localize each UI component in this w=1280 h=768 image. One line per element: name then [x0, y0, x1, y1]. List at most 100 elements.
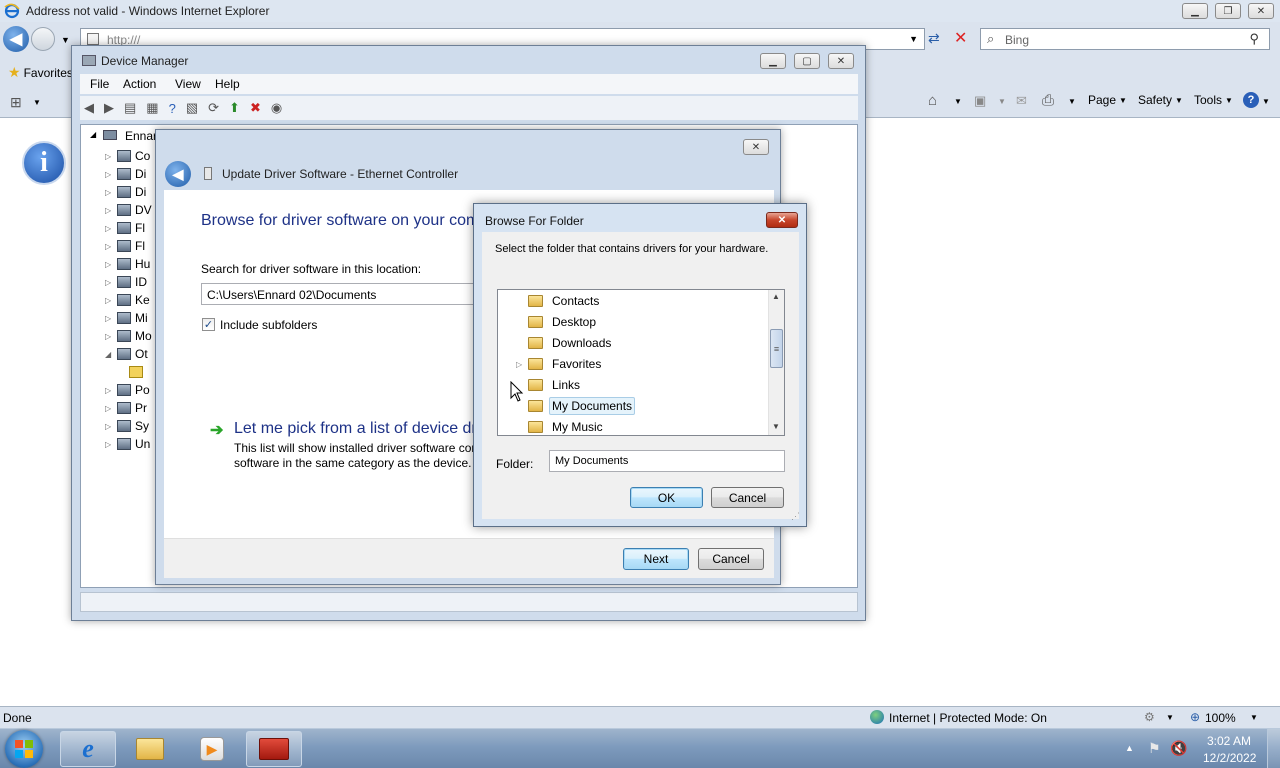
expand-arrow-icon[interactable]: ▷	[105, 260, 115, 269]
folder-item[interactable]: Downloads	[516, 334, 614, 352]
back-icon[interactable]: ◀	[84, 100, 94, 116]
expand-arrow-icon[interactable]: ▷	[105, 170, 115, 179]
folder-item[interactable]: Desktop	[516, 313, 599, 331]
tab-list-dropdown-icon[interactable]: ▼	[33, 98, 41, 107]
help-dropdown-icon[interactable]: ▼	[1262, 97, 1270, 106]
scroll-thumb[interactable]: ≡	[770, 329, 783, 368]
restore-button[interactable]: ❐	[1215, 3, 1241, 19]
zone-status[interactable]: Internet | Protected Mode: On	[889, 711, 1047, 725]
expand-arrow-icon[interactable]: ▷	[105, 440, 115, 449]
dm-maximize-button[interactable]: ▢	[794, 53, 820, 69]
folder-item[interactable]: Contacts	[516, 292, 602, 310]
device-category-item[interactable]: ◢ Ot	[105, 345, 148, 363]
list-icon[interactable]: ▦	[146, 100, 158, 116]
dm-minimize-button[interactable]: ▁	[760, 53, 786, 69]
back-button[interactable]: ◀	[3, 26, 29, 52]
device-category-item[interactable]: ▷ Un	[105, 435, 150, 453]
expand-arrow-icon[interactable]: ▷	[105, 206, 115, 215]
scroll-up-icon[interactable]: ▲	[772, 292, 780, 301]
wizard-back-button[interactable]: ◀	[165, 161, 191, 187]
device-category-item[interactable]: ▷ Sy	[105, 417, 149, 435]
clock-date[interactable]: 12/2/2022	[1203, 751, 1256, 765]
action-center-icon[interactable]: ⚑	[1148, 740, 1161, 757]
taskbar-ie-button[interactable]: e	[60, 731, 116, 767]
read-mail-button[interactable]: ✉	[1016, 93, 1027, 109]
device-category-item[interactable]	[105, 363, 147, 381]
expand-arrow-icon[interactable]: ▷	[105, 242, 115, 251]
refresh-button[interactable]: ⇄	[928, 30, 940, 47]
include-subfolders-checkbox[interactable]: ✓	[202, 318, 215, 331]
view-icon[interactable]: ▧	[186, 100, 198, 116]
device-category-item[interactable]: ▷ Mi	[105, 309, 148, 327]
print-dropdown-icon[interactable]: ▼	[1068, 97, 1076, 106]
history-dropdown-icon[interactable]: ▼	[61, 35, 70, 45]
properties-sheet-icon[interactable]: ▤	[124, 100, 136, 116]
expand-arrow-icon[interactable]: ▷	[516, 360, 528, 369]
device-category-item[interactable]: ▷ Ke	[105, 291, 150, 309]
tree-root-label[interactable]: Ennar	[125, 129, 157, 143]
address-dropdown-icon[interactable]: ▼	[909, 34, 918, 44]
tools-menu[interactable]: Tools ▼	[1194, 93, 1233, 107]
show-hidden-icons[interactable]: ▲	[1125, 743, 1134, 753]
search-box[interactable]: ⌕ Bing ⚲	[980, 28, 1270, 50]
collapse-arrow-icon[interactable]: ◢	[105, 350, 115, 359]
menu-view[interactable]: View	[175, 77, 201, 91]
forward-icon[interactable]: ▶	[104, 100, 114, 116]
zoom-level[interactable]: 100%	[1205, 711, 1236, 725]
device-category-item[interactable]: ▷ Pr	[105, 399, 147, 417]
browse-close-button[interactable]: ✕	[766, 212, 798, 228]
device-category-item[interactable]: ▷ Di	[105, 183, 146, 201]
clock-time[interactable]: 3:02 AM	[1207, 734, 1251, 748]
wizard-close-button[interactable]: ✕	[743, 139, 769, 155]
scroll-down-icon[interactable]: ▼	[772, 422, 780, 431]
uninstall-icon[interactable]: ✖	[250, 100, 261, 116]
protected-dropdown-icon[interactable]: ▼	[1166, 713, 1174, 722]
expand-arrow-icon[interactable]: ▷	[105, 278, 115, 287]
device-category-item[interactable]: ▷ Po	[105, 381, 150, 399]
expand-arrow-icon[interactable]: ▷	[105, 224, 115, 233]
expand-arrow-icon[interactable]: ▷	[105, 296, 115, 305]
expand-arrow-icon[interactable]: ▷	[105, 188, 115, 197]
home-button[interactable]: ⌂	[928, 92, 937, 109]
expand-arrow-icon[interactable]: ▷	[105, 152, 115, 161]
start-button[interactable]	[5, 730, 43, 768]
close-button[interactable]: ✕	[1248, 3, 1274, 19]
device-category-item[interactable]: ▷ DV	[105, 201, 152, 219]
quick-tabs-icon[interactable]: ⊞	[10, 94, 22, 111]
device-category-item[interactable]: ▷ Hu	[105, 255, 150, 273]
next-button[interactable]: Next	[623, 548, 689, 570]
expand-arrow-icon[interactable]: ▷	[105, 314, 115, 323]
zoom-dropdown-icon[interactable]: ▼	[1250, 713, 1258, 722]
help-icon[interactable]: ?	[169, 101, 176, 116]
folder-item[interactable]: ▷ Favorites	[516, 355, 604, 373]
print-button[interactable]: ⎙	[1042, 92, 1054, 109]
include-subfolders-label[interactable]: Include subfolders	[220, 318, 317, 332]
page-menu[interactable]: Page ▼	[1088, 93, 1127, 107]
menu-help[interactable]: Help	[215, 77, 240, 91]
driver-path-input[interactable]: C:\Users\Ennard 02\Documents	[201, 283, 501, 305]
ok-button[interactable]: OK	[630, 487, 703, 508]
favorites-button[interactable]: ★ Favorites	[8, 64, 73, 81]
menu-file[interactable]: File	[90, 77, 109, 91]
update-driver-icon[interactable]: ⬆	[229, 100, 240, 116]
show-desktop-button[interactable]	[1267, 729, 1280, 768]
forward-button[interactable]	[31, 27, 55, 51]
device-category-item[interactable]: ▷ Di	[105, 165, 146, 183]
dm-close-button[interactable]: ✕	[828, 53, 854, 69]
taskbar-device-manager-button[interactable]	[246, 731, 302, 767]
pick-from-list-link[interactable]: Let me pick from a list of device dri	[234, 420, 480, 438]
wizard-cancel-button[interactable]: Cancel	[698, 548, 764, 570]
device-category-item[interactable]: ▷ Fl	[105, 219, 145, 237]
safety-menu[interactable]: Safety ▼	[1138, 93, 1183, 107]
minimize-button[interactable]: ▁	[1182, 3, 1208, 19]
folder-item[interactable]: Links	[516, 376, 583, 394]
tree-root-expander[interactable]: ◢	[90, 130, 96, 139]
expand-arrow-icon[interactable]: ▷	[105, 332, 115, 341]
taskbar-media-player-button[interactable]: ▶	[184, 731, 240, 767]
expand-arrow-icon[interactable]: ▷	[105, 422, 115, 431]
device-category-item[interactable]: ▷ Co	[105, 147, 150, 165]
help-button[interactable]: ?	[1243, 92, 1259, 108]
device-category-item[interactable]: ▷ ID	[105, 273, 147, 291]
enable-device-icon[interactable]: ◉	[271, 100, 282, 116]
home-dropdown-icon[interactable]: ▼	[954, 97, 962, 106]
